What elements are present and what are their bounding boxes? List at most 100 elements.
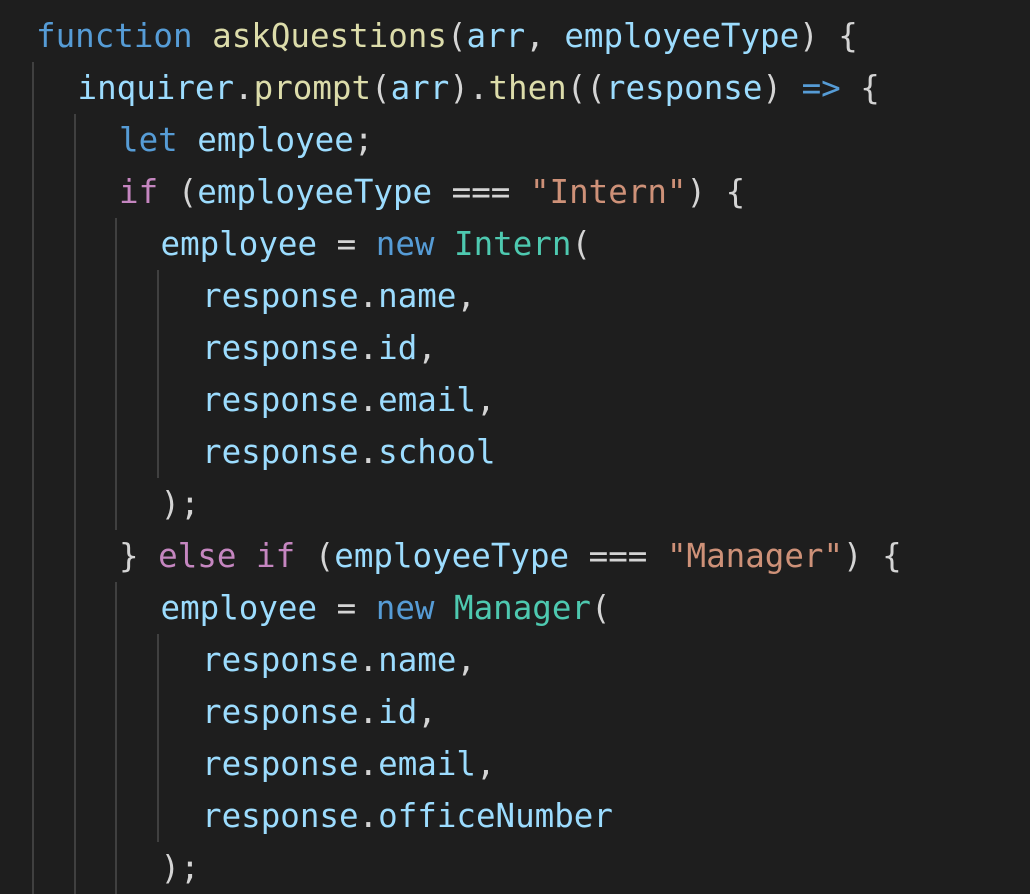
code-line[interactable]: response.name, [0,270,1030,322]
code-line[interactable]: employee = new Manager( [0,582,1030,634]
code-line[interactable]: } else if (employeeType === "Manager") { [0,530,1030,582]
indent-guide [32,790,34,842]
code-token: then [488,69,567,107]
code-token: ( [371,69,391,107]
code-text: response.id, [202,686,437,738]
code-token: ); [160,485,200,523]
code-token: ) { [686,173,746,211]
code-token: , [417,329,437,367]
indent-guide [156,634,159,686]
code-token: ). [449,69,489,107]
code-line[interactable]: if (employeeType === "Intern") { [0,166,1030,218]
code-token: ( [591,589,611,627]
code-token: . [358,277,379,315]
code-token: employee [160,225,318,263]
code-token: email [378,745,476,783]
code-line[interactable]: response.email, [0,738,1030,790]
code-token: . [358,433,379,471]
code-token: { [840,69,880,107]
code-text: ); [161,842,200,894]
code-token: ) { [799,17,858,55]
code-token: , [475,381,496,419]
indent-guide [156,374,159,426]
code-token: response [202,433,359,471]
code-text: inquirer.prompt(arr).then((response) => … [78,62,880,114]
code-token: . [358,641,379,679]
code-line[interactable]: employee = new Intern( [0,218,1030,270]
indent-guide [115,634,117,686]
indent-guide [115,790,117,842]
indent-guide [32,114,34,166]
code-line[interactable]: response.email, [0,374,1030,426]
code-token: new [375,589,435,627]
code-token: id [378,693,418,731]
code-token: ( [446,17,467,55]
code-line[interactable]: response.name, [0,634,1030,686]
code-token: arr [390,69,450,107]
indent-guide [32,374,34,426]
code-text: response.school [202,426,496,478]
code-token: => [801,69,841,107]
code-token: Manager [454,589,591,627]
code-token: ( [158,173,198,211]
indent-guide [32,166,34,218]
indent-guide [115,426,117,478]
indent-guide [73,166,76,218]
code-text: response.officeNumber [202,790,613,842]
indent-guide [73,582,76,634]
code-token: ( [571,225,592,263]
indent-guide [32,634,34,686]
code-token: name [378,641,457,679]
indent-guide [156,790,159,842]
code-line[interactable]: ); [0,842,1030,894]
indent-guide [73,634,76,686]
indent-guide [32,270,34,322]
indent-guide [115,374,117,426]
indent-guide [115,270,117,322]
code-editor[interactable]: function askQuestions(arr, employeeType)… [0,0,1030,894]
indent-guide [73,114,76,166]
code-token: employee [197,121,354,159]
code-token: function [36,17,193,55]
indent-guide [73,426,76,478]
code-token: email [378,381,476,419]
code-token: . [358,693,379,731]
code-token: arr [466,17,526,55]
code-token: . [358,797,379,835]
indent-guide [156,322,159,374]
indent-guide [32,842,34,894]
code-text: response.id, [202,322,437,374]
code-token: ) [762,69,802,107]
code-line[interactable]: function askQuestions(arr, employeeType)… [0,10,1030,62]
indent-guide [73,530,76,582]
code-line[interactable]: response.school [0,426,1030,478]
indent-guide [73,374,76,426]
code-line[interactable]: inquirer.prompt(arr).then((response) => … [0,62,1030,114]
code-token: (( [566,69,606,107]
code-token: if [119,173,159,211]
code-token: new [375,225,435,263]
code-token: response [605,69,763,107]
indent-guide [156,270,159,322]
code-line[interactable]: response.officeNumber [0,790,1030,842]
code-line[interactable]: let employee; [0,114,1030,166]
code-token: , [475,745,496,783]
code-text: if (employeeType === "Intern") { [119,166,745,218]
indent-guide [32,582,34,634]
indent-guide [73,478,76,530]
indent-guide [73,218,76,270]
code-token: response [202,797,359,835]
code-line[interactable]: ); [0,478,1030,530]
code-token: employeeType [197,173,433,211]
code-token: name [378,277,457,315]
code-token: , [456,277,476,315]
code-line[interactable]: response.id, [0,322,1030,374]
indent-guide [73,738,76,790]
code-token: = [317,225,376,263]
indent-guide [115,478,117,530]
code-line[interactable]: response.id, [0,686,1030,738]
code-text: response.name, [202,634,476,686]
code-token: employeeType [334,537,570,575]
